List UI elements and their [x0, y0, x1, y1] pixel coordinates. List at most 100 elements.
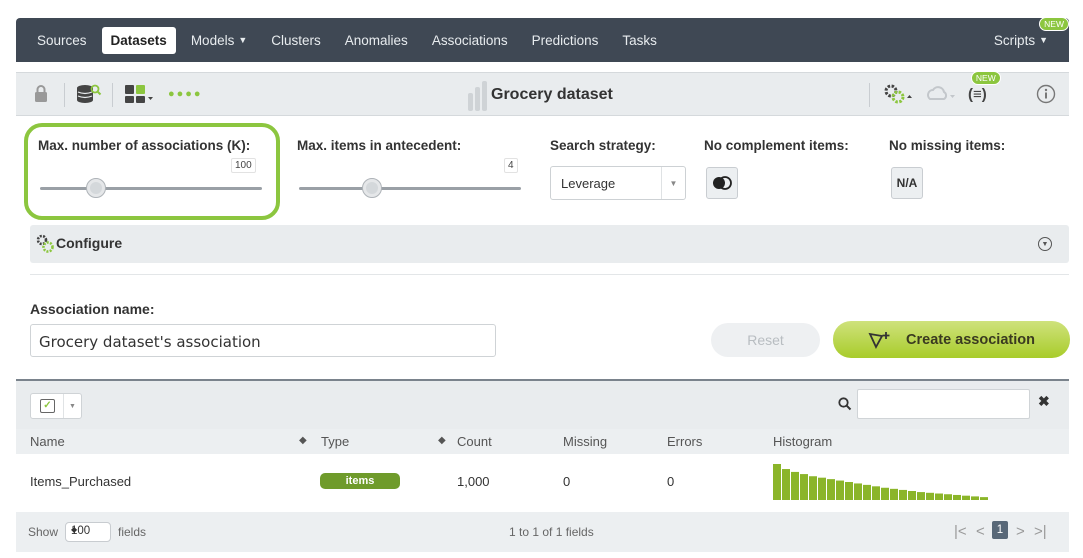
table-row[interactable]: Items_Purchased items 1,000 0 0 — [16, 454, 1069, 512]
toolbar-divider — [869, 83, 870, 107]
histogram-bar — [791, 471, 799, 500]
field-count: 1,000 — [457, 474, 490, 489]
chevron-down-icon: ▼ — [661, 167, 685, 199]
info-icon[interactable] — [1036, 83, 1056, 105]
footer-show-label: Show — [28, 525, 59, 539]
search-input[interactable] — [857, 389, 1030, 419]
nav-item-label: Datasets — [110, 32, 167, 48]
transform-icon[interactable] — [124, 83, 154, 105]
footer-fields-label: fields — [118, 525, 147, 539]
column-header-type[interactable]: Type — [321, 434, 349, 449]
association-name-label: Association name: — [30, 301, 155, 317]
histogram-bar — [836, 480, 844, 500]
next-page-icon[interactable]: > — [1016, 523, 1025, 540]
column-header-errors[interactable]: Errors — [667, 434, 702, 449]
brackets-icon: (≡) — [968, 85, 987, 103]
field-missing: 0 — [563, 474, 571, 489]
max-items-control: Max. items in antecedent: 4 — [297, 128, 527, 218]
create-association-button[interactable]: Create association — [833, 321, 1070, 358]
nav-item-associations[interactable]: Associations — [423, 27, 517, 54]
histogram-bar — [863, 484, 871, 500]
configure-panel-toggle[interactable]: Configure ▼ — [30, 225, 1069, 263]
column-header-count[interactable]: Count — [457, 434, 492, 449]
histogram-bar — [926, 492, 934, 500]
histogram-bar — [854, 483, 862, 500]
nav-item-models[interactable]: Models ▼ — [182, 27, 256, 54]
histogram-bar — [782, 469, 790, 500]
dataset-search-icon[interactable] — [76, 83, 102, 105]
histogram-bar — [917, 492, 925, 500]
complement-icon — [713, 176, 732, 190]
search-strategy-value: Leverage — [561, 176, 616, 191]
nav-scripts[interactable]: Scripts ▼ NEW — [985, 16, 1069, 54]
lock-icon[interactable] — [34, 83, 48, 105]
search-icon — [834, 391, 856, 417]
nav-item-label: Clusters — [271, 32, 321, 48]
chevron-down-icon: ▼ — [63, 394, 81, 418]
max-items-slider-thumb[interactable] — [362, 178, 383, 198]
nav-item-sources[interactable]: Sources — [28, 27, 96, 54]
no-missing-toggle[interactable]: N/A — [891, 167, 923, 199]
fields-toolbar: ✓ ▼ ✖ — [16, 381, 1069, 429]
sort-icon[interactable]: ◆ — [299, 435, 307, 446]
column-header-histogram: Histogram — [773, 434, 833, 449]
dataset-toolbar: ●●●● Grocery dataset (≡) NEW — [16, 71, 1069, 116]
field-name: Items_Purchased — [30, 474, 132, 489]
no-complement-toggle[interactable] — [706, 167, 738, 199]
max-items-label: Max. items in antecedent: — [297, 138, 462, 153]
nav-item-label: Tasks — [622, 32, 657, 48]
select-fields-button[interactable]: ✓ ▼ — [30, 393, 82, 419]
nav-item-label: Predictions — [531, 32, 599, 48]
new-badge: NEW — [970, 71, 1001, 85]
nav-item-predictions[interactable]: Predictions — [523, 27, 608, 54]
table-footer: Show 100 ◆ fields 1 to 1 of 1 fields |< … — [16, 512, 1069, 552]
new-badge: NEW — [1039, 16, 1069, 31]
histogram-bar — [944, 494, 952, 500]
no-missing-label: No missing items: — [889, 138, 1006, 153]
histogram-bar — [773, 464, 781, 500]
histogram-bar — [971, 496, 979, 500]
field-histogram — [773, 464, 988, 500]
configure-gears-icon[interactable] — [883, 83, 915, 105]
close-icon[interactable]: ✖ — [1038, 393, 1050, 410]
more-options-icon[interactable]: ●●●● — [168, 83, 203, 105]
no-complement-label: No complement items: — [704, 138, 849, 153]
chevron-updown-icon: ◆ — [71, 525, 78, 534]
histogram-bar — [908, 491, 916, 500]
reset-button[interactable]: Reset — [711, 323, 820, 357]
last-page-icon[interactable]: >| — [1034, 523, 1047, 540]
sort-icon[interactable]: ◆ — [438, 435, 446, 446]
cloud-icon[interactable] — [926, 83, 958, 105]
page-size-select[interactable]: 100 ◆ — [65, 522, 111, 542]
nav-item-label: Models — [190, 32, 235, 48]
histogram-bar — [845, 482, 853, 500]
histogram-bar — [962, 495, 970, 500]
no-missing-value: N/A — [896, 176, 918, 190]
footer-range: 1 to 1 of 1 fields — [509, 525, 594, 539]
current-page-button[interactable]: 1 — [992, 521, 1008, 539]
script-icon[interactable]: (≡) NEW — [968, 71, 1001, 105]
histogram-bar — [872, 486, 880, 500]
top-navigation: Sources Datasets Models ▼ Clusters Anomalies A… — [16, 16, 1069, 62]
association-name-input[interactable]: Grocery dataset's association — [30, 324, 496, 357]
histogram-bar — [953, 494, 961, 500]
nav-item-datasets[interactable]: Datasets — [101, 26, 176, 54]
search-strategy-select[interactable]: Leverage ▼ — [550, 166, 686, 200]
nav-item-label: Anomalies — [344, 32, 408, 48]
previous-page-icon[interactable]: < — [976, 523, 985, 540]
max-items-slider-track[interactable] — [299, 187, 521, 190]
nav-item-clusters[interactable]: Clusters — [262, 27, 330, 54]
column-header-missing[interactable]: Missing — [563, 434, 607, 449]
histogram-bar — [899, 489, 907, 500]
table-header: Name ◆ Type ◆ Count Missing Errors Histo… — [16, 429, 1069, 454]
association-icon — [868, 331, 890, 349]
column-header-name[interactable]: Name — [30, 434, 65, 449]
dataset-bars-icon — [468, 81, 487, 111]
first-page-icon[interactable]: |< — [954, 523, 967, 540]
highlight-frame — [24, 123, 280, 220]
chevron-down-icon: ▼ — [1038, 237, 1052, 251]
nav-item-label: Associations — [431, 32, 508, 48]
nav-item-tasks[interactable]: Tasks — [613, 27, 666, 54]
nav-scripts-label: Scripts — [993, 32, 1036, 48]
nav-item-anomalies[interactable]: Anomalies — [336, 27, 417, 54]
